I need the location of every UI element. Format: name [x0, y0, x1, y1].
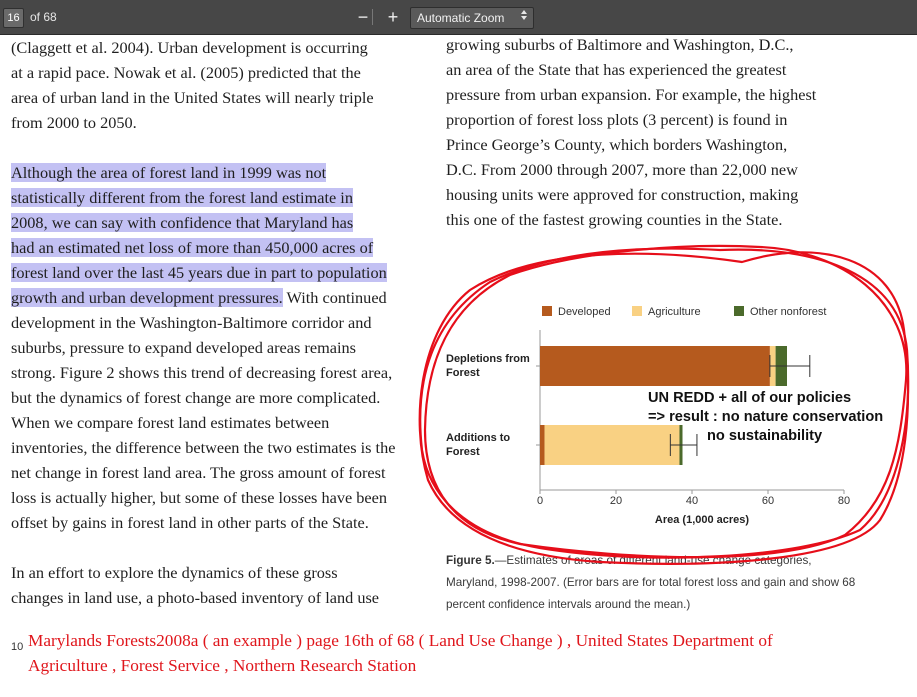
x-axis-title: Area (1,000 acres): [655, 514, 750, 526]
x-tick-label: 60: [762, 495, 774, 507]
annotation-line: no sustainability: [707, 428, 823, 444]
zoom-select[interactable]: Automatic Zoom: [410, 7, 534, 29]
text-line: offset by gains in forest land in other …: [11, 513, 369, 532]
text-line: Although the area of forest land in 1999…: [11, 160, 421, 185]
caption-text: —Estimates of areas of different land-us…: [494, 554, 812, 567]
text-line: inventories, the difference between the …: [11, 438, 396, 457]
right-text-column: growing suburbs of Baltimore and Washing…: [446, 32, 886, 232]
legend-label: Developed: [558, 306, 611, 318]
caption-line: Maryland, 1998-2007. (Error bars are for…: [446, 576, 856, 589]
paragraph-photo-inventory: In an effort to explore the dynamics of …: [11, 560, 421, 610]
highlighted-text[interactable]: growth and urban development pressures.: [11, 288, 283, 307]
text-line: pressure from urban expansion. For examp…: [446, 85, 817, 104]
text-line: In an effort to explore the dynamics of …: [11, 563, 338, 582]
highlighted-text[interactable]: had an estimated net loss of more than 4…: [11, 238, 374, 257]
footer-caption: Marylands Forests2008a ( an example ) pa…: [28, 629, 773, 678]
category-label: Forest: [446, 446, 480, 458]
x-tick-label: 40: [686, 495, 698, 507]
text-line: but the dynamics of forest change are mo…: [11, 388, 381, 407]
text-line: forest land over the last 45 years due i…: [11, 260, 421, 285]
annotation-line: UN REDD + all of our policies: [648, 390, 852, 406]
legend-swatch: [734, 306, 744, 316]
text-line: from 2000 to 2050.: [11, 113, 137, 132]
footer-caption-line: Marylands Forests2008a ( an example ) pa…: [28, 631, 773, 650]
legend-label: Other nonforest: [750, 306, 826, 318]
figure-label: Figure 5.: [446, 554, 495, 567]
text-line: D.C. From 2000 through 2007, more than 2…: [446, 160, 798, 179]
highlighted-text[interactable]: Although the area of forest land in 1999…: [11, 163, 327, 182]
bar-segment: [540, 346, 770, 386]
text-line: development in the Washington-Baltimore …: [11, 313, 372, 332]
category-label: Forest: [446, 367, 480, 379]
chevron-updown-icon: [520, 8, 528, 28]
figure-caption: Figure 5.—Estimates of areas of differen…: [446, 550, 866, 616]
text-line: had an estimated net loss of more than 4…: [11, 235, 421, 260]
text-line: changes in land use, a photo-based inven…: [11, 588, 380, 607]
footer-caption-line: Agriculture , Forest Service , Northern …: [28, 655, 417, 675]
text-line: loss is actually higher, but some of the…: [11, 488, 387, 507]
legend-label: Agriculture: [648, 306, 701, 318]
text-line: this one of the fastest growing counties…: [446, 210, 783, 229]
text-line: area of urban land in the United States …: [11, 88, 374, 107]
text-line: Prince George’s County, which borders Wa…: [446, 135, 788, 154]
paragraph-forest-loss: Although the area of forest land in 1999…: [11, 160, 421, 535]
legend-swatch: [632, 306, 642, 316]
caption-line: Figure 5.—Estimates of areas of differen…: [446, 550, 866, 572]
text-line: growing suburbs of Baltimore and Washing…: [446, 35, 794, 54]
text-line: When we compare forest land estimates be…: [11, 413, 330, 432]
paragraph-urban: (Claggett et al. 2004). Urban developmen…: [11, 7, 421, 135]
text-line: strong. Figure 2 shows this trend of dec…: [11, 363, 393, 382]
text-line: (Claggett et al. 2004). Urban developmen…: [11, 38, 368, 57]
highlighted-text[interactable]: forest land over the last 45 years due i…: [11, 263, 387, 282]
text-line: an area of the State that has experience…: [446, 60, 787, 79]
text-line: growth and urban development pressures. …: [11, 285, 421, 310]
caption-line: percent confidence intervals around the …: [446, 598, 691, 611]
text-line: suburbs, pressure to expand developed ar…: [11, 338, 356, 357]
bar-segment: [540, 425, 545, 465]
x-tick-label: 80: [838, 495, 850, 507]
text-line: at a rapid pace. Nowak et al. (2005) pre…: [11, 63, 361, 82]
text-line: net change in forest land area. The gros…: [11, 463, 386, 482]
text-line: housing units were approved for construc…: [446, 185, 799, 204]
legend-swatch: [542, 306, 552, 316]
highlighted-text[interactable]: 2008, we can say with confidence that Ma…: [11, 213, 354, 232]
annotation-text: UN REDD + all of our policies => result …: [648, 389, 883, 446]
text-line: 2008, we can say with confidence that Ma…: [11, 210, 421, 235]
annotation-line: => result : no nature conservation: [648, 409, 884, 425]
x-tick-label: 0: [537, 495, 543, 507]
category-label: Additions to: [446, 432, 510, 444]
page-number-footer: 10: [11, 641, 24, 653]
left-text-column: (Claggett et al. 2004). Urban developmen…: [11, 7, 421, 610]
highlighted-text[interactable]: statistically different from the forest …: [11, 188, 353, 207]
zoom-select-value: Automatic Zoom: [417, 11, 505, 25]
text-line: proportion of forest loss plots (3 perce…: [446, 110, 788, 129]
text-run: With continued: [282, 288, 387, 307]
category-label: Depletions from: [446, 353, 530, 365]
x-tick-label: 20: [610, 495, 622, 507]
text-line: statistically different from the forest …: [11, 185, 421, 210]
